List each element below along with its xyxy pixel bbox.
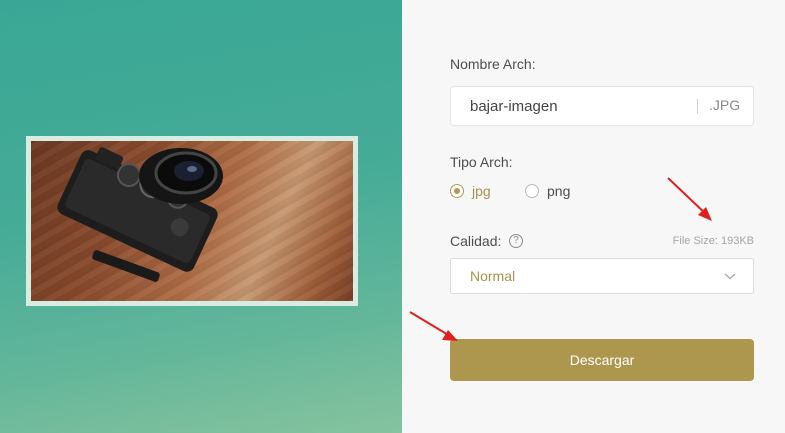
file-name-input[interactable] [470,87,690,125]
radio-option-jpg[interactable]: jpg [450,183,491,199]
radio-jpg[interactable] [450,184,464,198]
quality-selected-value: Normal [470,268,516,284]
file-size-text: File Size: 193KB [672,235,754,247]
quality-select[interactable]: Normal [450,258,754,294]
chevron-down-icon [724,273,736,280]
camera-image [57,147,223,282]
file-extension: .JPG [709,97,741,113]
file-name-field: .JPG [450,86,754,126]
quality-label: Calidad: [450,233,502,249]
file-type-label: Tipo Arch: [450,154,513,170]
download-form-panel: Nombre Arch: .JPG Tipo Arch: jpg png Cal… [402,0,785,433]
radio-jpg-label: jpg [472,183,491,199]
question-circle-icon[interactable]: ? [509,234,523,248]
download-button[interactable]: Descargar [450,339,754,381]
extension-divider [697,99,698,114]
radio-option-png[interactable]: png [525,183,570,199]
image-preview [31,141,353,301]
file-name-label: Nombre Arch: [450,56,536,72]
radio-png-label: png [547,183,571,199]
preview-panel [0,0,402,433]
radio-png[interactable] [525,184,539,198]
image-preview-frame [26,136,358,306]
